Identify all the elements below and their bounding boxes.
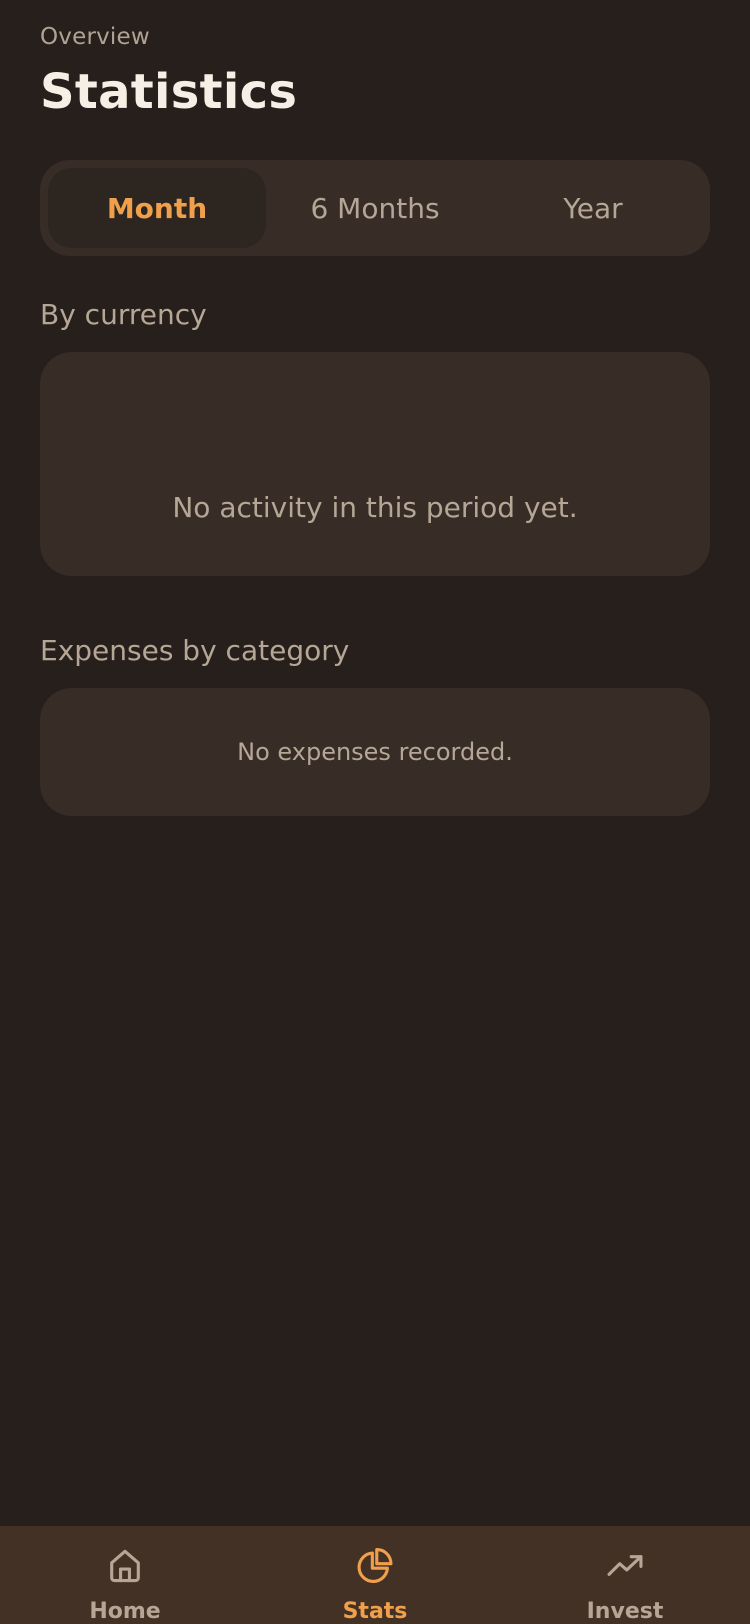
period-selector: Month 6 Months Year xyxy=(40,160,710,256)
trending-up-icon xyxy=(607,1555,643,1576)
page-title: Statistics xyxy=(40,64,298,120)
expenses-by-category-heading: Expenses by category xyxy=(40,634,350,667)
tab-home[interactable]: Home xyxy=(0,1526,250,1624)
page-overline: Overview xyxy=(40,24,150,50)
tab-home-label: Home xyxy=(89,1599,161,1624)
bottom-tab-bar: Home Stats Invest xyxy=(0,1526,750,1624)
home-icon xyxy=(110,1549,140,1583)
by-currency-empty-message: No activity in this period yet. xyxy=(172,491,578,524)
statistics-screen: Overview Statistics Month 6 Months Year … xyxy=(0,0,750,1624)
expenses-empty-message: No expenses recorded. xyxy=(237,738,513,766)
period-option-year[interactable]: Year xyxy=(484,168,702,248)
period-option-6-months[interactable]: 6 Months xyxy=(266,168,484,248)
tab-stats-label: Stats xyxy=(342,1599,408,1624)
by-currency-card: No activity in this period yet. xyxy=(40,352,710,576)
expenses-by-category-card: No expenses recorded. xyxy=(40,688,710,816)
tab-invest-label: Invest xyxy=(586,1599,664,1624)
tab-stats[interactable]: Stats xyxy=(250,1526,500,1624)
period-option-month[interactable]: Month xyxy=(48,168,266,248)
by-currency-heading: By currency xyxy=(40,298,207,331)
pie-chart-icon xyxy=(357,1547,393,1583)
tab-invest[interactable]: Invest xyxy=(500,1526,750,1624)
